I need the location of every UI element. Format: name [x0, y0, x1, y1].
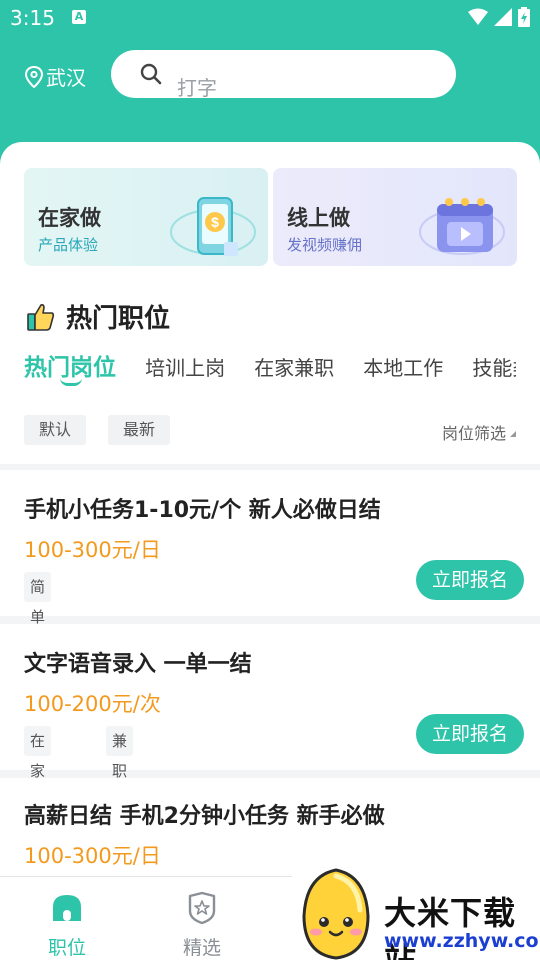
rice-mascot-logo — [302, 868, 370, 960]
status-bar: 3:15 A — [0, 0, 540, 36]
search-icon — [140, 63, 162, 85]
nav-label: 精选 — [182, 937, 221, 959]
search-placeholder: 打字 — [177, 76, 217, 100]
job-title: 手机小任务1-10元/个 新人必做日结 — [24, 498, 381, 523]
thumbs-up-icon — [27, 303, 55, 331]
job-tag: 兼职副业 — [106, 726, 134, 840]
nav-label: 职位 — [47, 937, 86, 959]
banner-title: 线上做 — [287, 206, 350, 230]
tab-home-parttime[interactable]: 在家兼职 — [254, 352, 334, 381]
apply-button[interactable]: 立即报名 — [416, 714, 524, 754]
job-card[interactable]: 文字语音录入 一单一结 100-200元/次 在家兼职 兼职副业 立即报名 — [0, 624, 540, 840]
tab-active-indicator — [60, 378, 82, 386]
location-selector[interactable]: 武汉 — [24, 62, 86, 91]
job-category-tabs: 热门岗位 培训上岗 在家兼职 本地工作 技能类 — [24, 348, 516, 394]
sort-latest-chip[interactable]: 最新 — [108, 415, 171, 445]
banner-online-work[interactable]: 线上做 发视频赚佣 — [273, 168, 517, 266]
section-title: 热门职位 — [26, 298, 170, 335]
job-title: 高薪日结 手机2分钟小任务 新手必做 — [24, 804, 385, 829]
battery-icon — [518, 7, 530, 27]
job-salary: 100-300元/日 — [24, 538, 161, 562]
city-label: 武汉 — [46, 66, 86, 90]
banner-subtitle: 产品体验 — [38, 236, 99, 254]
phone-money-icon: $ — [170, 197, 256, 256]
status-time: 3:15 — [10, 6, 55, 30]
job-salary: 100-300元/日 — [24, 844, 161, 868]
notification-a-icon: A — [72, 10, 86, 24]
badge-star-icon — [188, 891, 216, 925]
tab-hot-positions[interactable]: 热门岗位 — [24, 348, 116, 386]
banner-title: 在家做 — [38, 206, 101, 230]
tab-training[interactable]: 培训上岗 — [145, 352, 225, 381]
nav-item-featured[interactable]: 精选 — [152, 877, 252, 960]
job-salary: 100-200元/次 — [24, 692, 161, 716]
tab-skills[interactable]: 技能类 — [472, 352, 516, 381]
apply-button[interactable]: 立即报名 — [416, 560, 524, 600]
signal-icon — [494, 8, 512, 26]
search-input[interactable]: 打字 — [111, 50, 456, 100]
location-pin-icon — [24, 65, 44, 88]
position-filter-button[interactable]: 岗位筛选 — [442, 420, 506, 444]
banner-work-from-home[interactable]: 在家做 产品体验 $ — [24, 168, 268, 266]
banner-subtitle: 发视频赚佣 — [287, 236, 363, 254]
section-title-text: 热门职位 — [66, 304, 171, 334]
job-title: 文字语音录入 一单一结 — [24, 652, 252, 677]
home-icon — [53, 895, 81, 921]
video-calendar-icon — [419, 198, 505, 255]
wifi-icon — [468, 8, 488, 25]
filter-caret-icon — [510, 431, 516, 437]
status-icons — [468, 7, 530, 27]
watermark-url: www.zzhyw.com — [384, 930, 540, 952]
watermark: 大米下载站 www.zzhyw.com — [292, 860, 540, 960]
tab-local-work[interactable]: 本地工作 — [363, 352, 443, 381]
job-tag: 在家兼职 — [24, 726, 52, 840]
nav-item-positions[interactable]: 职位 — [17, 877, 117, 960]
svg-text:$: $ — [211, 214, 219, 230]
job-card[interactable]: 手机小任务1-10元/个 新人必做日结 100-300元/日 简单易做 立即报名 — [0, 470, 540, 686]
job-tag: 简单易做 — [24, 572, 52, 686]
sort-default-chip[interactable]: 默认 — [24, 415, 87, 445]
